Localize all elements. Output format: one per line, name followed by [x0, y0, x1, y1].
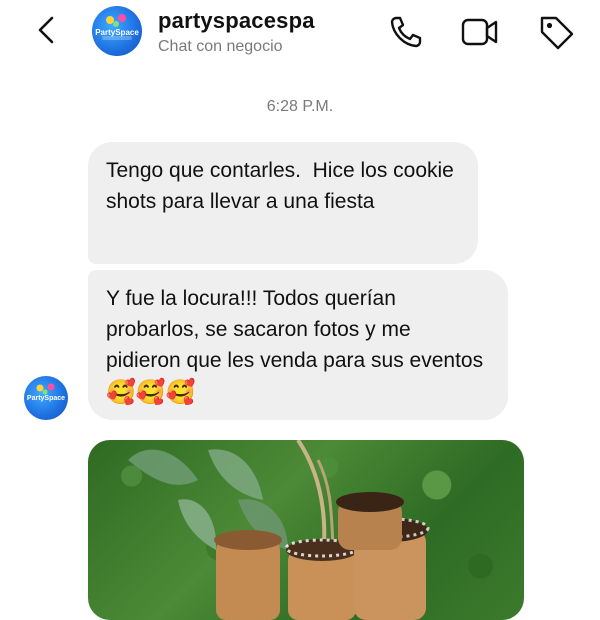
chat-subtitle: Chat con negocio: [158, 38, 283, 55]
message-text: Tengo que contarles. Hice los cookie sho…: [106, 159, 460, 213]
message-bubble[interactable]: Tengo que contarles. Hice los cookie sho…: [88, 142, 478, 264]
emoji-reaction: 🥰🥰🥰: [106, 379, 196, 406]
logo-text: PartySpace: [26, 395, 66, 402]
chat-header: PartySpace partyspacespa Chat con negoci…: [0, 0, 600, 72]
logo-text: PartySpace: [95, 28, 139, 37]
photo-image: [128, 440, 430, 620]
phone-icon: [390, 16, 422, 48]
tag-icon: [540, 16, 574, 50]
label-button[interactable]: [534, 10, 578, 54]
avatar[interactable]: PartySpace: [92, 6, 142, 56]
call-button[interactable]: [384, 10, 428, 54]
back-button[interactable]: [30, 12, 66, 48]
video-call-button[interactable]: [458, 10, 502, 54]
back-arrow-icon: [38, 16, 54, 44]
video-icon: [461, 18, 498, 46]
message-timestamp: 6:28 P.M.: [266, 98, 334, 115]
message-text: Y fue la locura!!! Todos querían probarl…: [106, 287, 484, 372]
shared-photo[interactable]: [88, 440, 524, 620]
sender-avatar[interactable]: PartySpace: [24, 376, 68, 420]
chat-title[interactable]: partyspacespa: [158, 8, 315, 34]
message-bubble[interactable]: Y fue la locura!!! Todos querían probarl…: [88, 270, 508, 420]
